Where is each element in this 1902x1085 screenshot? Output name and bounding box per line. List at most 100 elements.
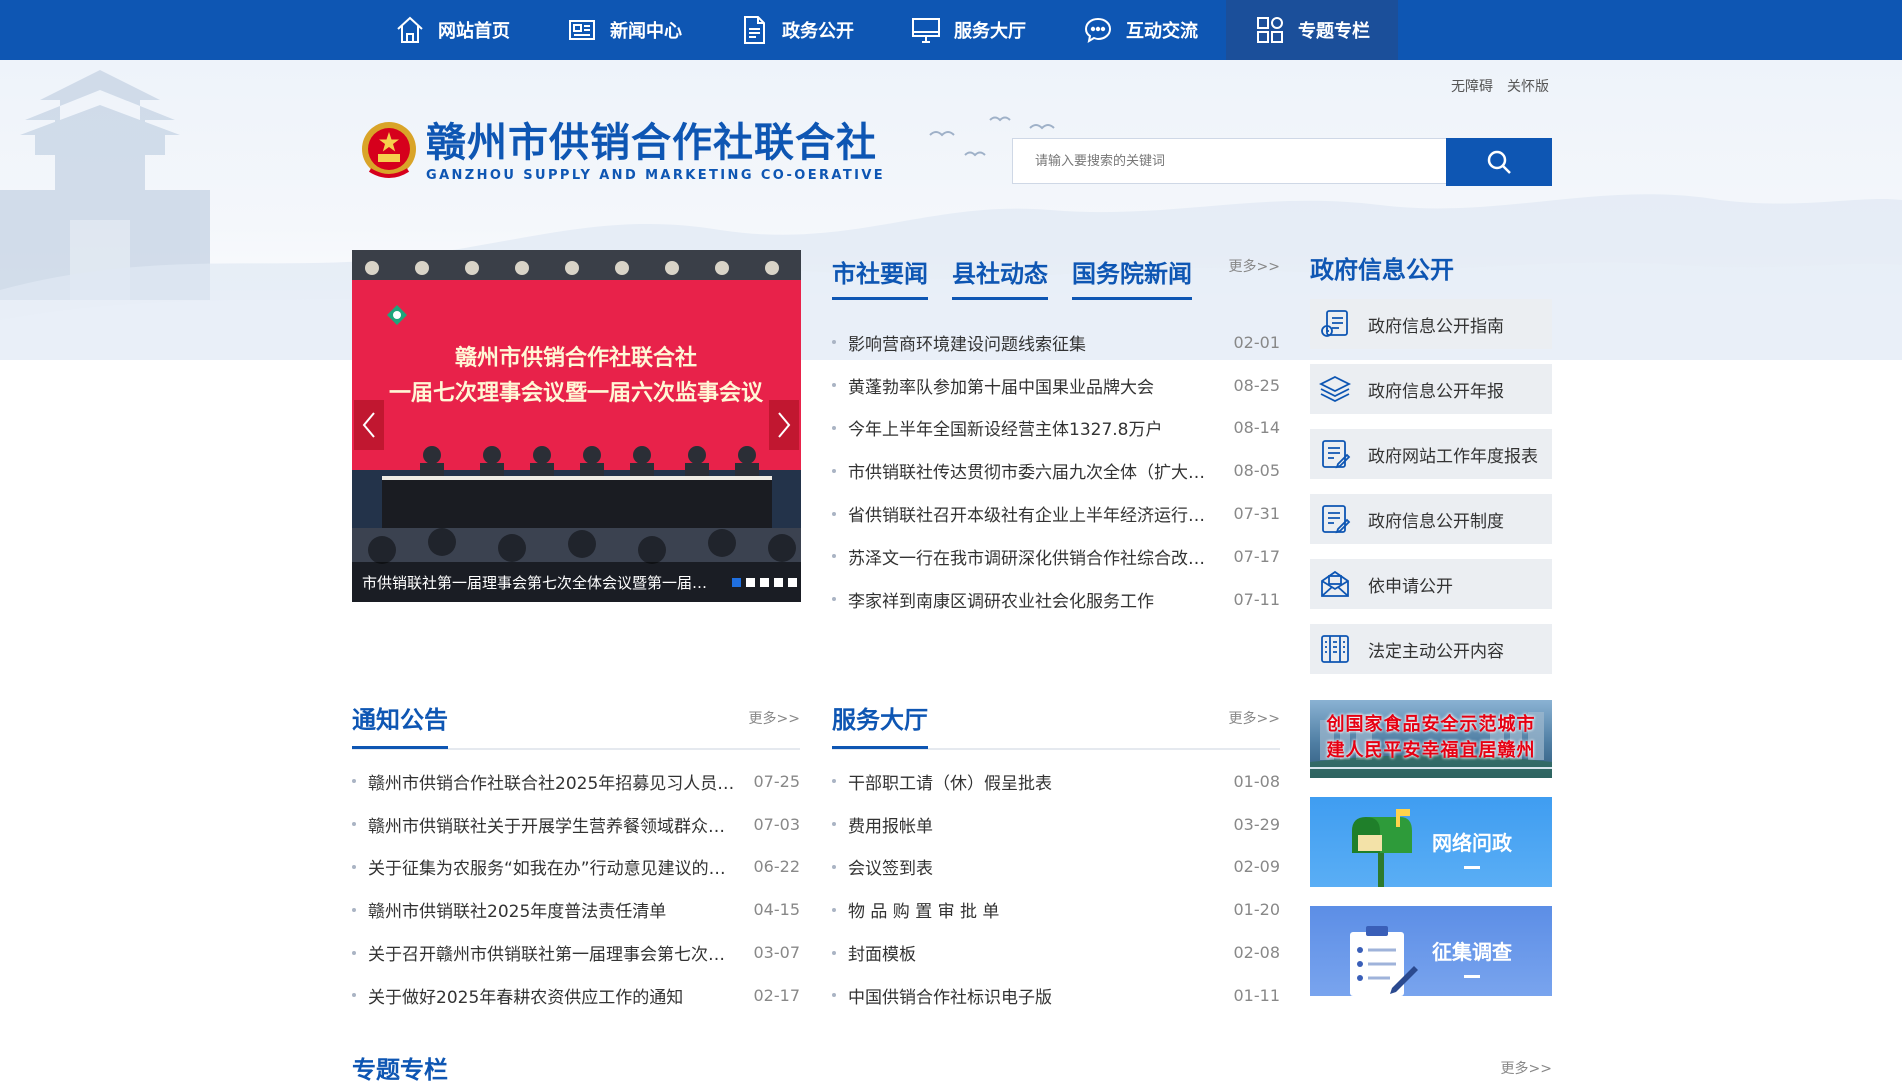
gov-info-label: 依申请公开 <box>1368 576 1453 597</box>
service-more-link[interactable]: 更多>> <box>1229 708 1280 728</box>
tab-city-news[interactable]: 市社要闻 <box>832 254 928 300</box>
item-date: 07-25 <box>753 771 801 791</box>
list-item[interactable]: 赣州市供销联社关于开展学生营养餐领域群众身边不正之风问题整治 07-03 <box>352 803 800 846</box>
gov-info-label: 政府信息公开指南 <box>1368 316 1504 337</box>
nav-gov-affairs[interactable]: 政务公开 <box>710 0 882 60</box>
item-date: 03-29 <box>1233 814 1281 834</box>
carousel-caption[interactable]: 市供销联社第一届理事会第七次全体会议暨第一届监事会第六次全体会议 <box>352 572 722 593</box>
carousel-prev-button[interactable] <box>354 400 384 450</box>
photo-carousel[interactable]: 赣州市供销合作社联合社 一届七次理事会议暨一届六次监事会议 市供销联社第一届理事… <box>352 250 801 602</box>
list-item[interactable]: 市供销联社传达贯彻市委六届九次全体（扩大）会议精神 08-05 <box>832 449 1280 492</box>
item-date: 07-31 <box>1233 504 1281 524</box>
service-list: 干部职工请（休）假呈批表 01-08 费用报帐单 03-29 会议签到表 02-09 … <box>832 760 1280 1017</box>
gov-info-item-rules[interactable]: 政府信息公开制度 <box>1310 494 1552 544</box>
chat-icon <box>1084 17 1112 44</box>
item-title: 市供销联社传达贯彻市委六届九次全体（扩大）会议精神 <box>848 463 1220 484</box>
item-date: 08-25 <box>1233 375 1281 395</box>
elderly-mode-link[interactable]: 关怀版 <box>1507 76 1549 96</box>
item-date: 03-07 <box>753 943 801 963</box>
survey-banner[interactable]: 征集调查 <box>1310 906 1552 996</box>
list-item[interactable]: 李家祥到南康区调研农业社会化服务工作 07-11 <box>832 578 1280 621</box>
food-safety-banner[interactable]: 创国家食品安全示范城市 建人民平安幸福宜居赣州 <box>1310 700 1552 778</box>
site-subtitle: GANZHOU SUPPLY AND MARKETING CO-OERATIVE <box>426 168 886 183</box>
carousel-caption-bar: 市供销联社第一届理事会第七次全体会议暨第一届监事会第六次全体会议 <box>352 562 801 602</box>
carousel-dot[interactable] <box>760 577 769 587</box>
news-more-link[interactable]: 更多>> <box>1229 256 1280 276</box>
carousel-photo: 赣州市供销合作社联合社 一届七次理事会议暨一届六次监事会议 <box>352 250 801 602</box>
list-item[interactable]: 赣州市供销合作社联合社2025年招募见习人员公告 07-25 <box>352 760 800 803</box>
item-date: 02-17 <box>753 985 801 1005</box>
search-bar <box>1012 138 1552 186</box>
national-emblem-icon <box>362 122 416 178</box>
item-title: 影响营商环境建设问题线索征集 <box>848 334 1086 355</box>
bullet-icon <box>832 425 836 430</box>
nav-service-hall[interactable]: 服务大厅 <box>882 0 1054 60</box>
gov-info-item-statutory[interactable]: 法定主动公开内容 <box>1310 624 1552 674</box>
mailbox-icon <box>1352 809 1412 887</box>
carousel-dot[interactable] <box>788 577 797 587</box>
bullet-icon <box>832 822 836 827</box>
site-logo[interactable]: 赣州市供销合作社联合社 GANZHOU SUPPLY AND MARKETING… <box>360 120 885 183</box>
item-title: 省供销联社召开本级社有企业上半年经济运行分析会 <box>848 506 1220 527</box>
list-item[interactable]: 干部职工请（休）假呈批表 01-08 <box>832 760 1280 803</box>
carousel-dot[interactable] <box>732 577 741 587</box>
gov-info-panel: 政府信息公开 政府信息公开指南 政府信息公开年报 政府网站工作年度报表 政府信息… <box>1310 250 1552 674</box>
list-item[interactable]: 苏泽文一行在我市调研深化供销合作社综合改革工作 07-17 <box>832 535 1280 578</box>
gov-info-item-annual-report[interactable]: 政府信息公开年报 <box>1310 364 1552 414</box>
item-title: 关于做好2025年春耕农资供应工作的通知 <box>368 987 684 1008</box>
bullet-icon <box>832 993 836 998</box>
gov-info-item-on-request[interactable]: 依申请公开 <box>1310 559 1552 609</box>
list-item[interactable]: 费用报帐单 03-29 <box>832 803 1280 846</box>
bullet-icon <box>832 907 836 912</box>
bullet-icon <box>832 864 836 869</box>
list-item[interactable]: 关于召开赣州市供销联社第一届理事会第七次全体会议的通知 03-07 <box>352 931 800 974</box>
service-title[interactable]: 服务大厅 <box>832 700 928 749</box>
notice-header: 通知公告 更多>> <box>352 700 800 750</box>
search-button[interactable] <box>1446 138 1552 186</box>
notice-title[interactable]: 通知公告 <box>352 700 448 749</box>
nav-label: 互动交流 <box>1126 21 1198 42</box>
carousel-dot[interactable] <box>774 577 783 587</box>
list-item[interactable]: 中国供销合作社标识电子版 01-11 <box>832 974 1280 1017</box>
gov-info-label: 政府网站工作年度报表 <box>1368 446 1538 467</box>
columns-icon <box>1321 635 1349 663</box>
list-item[interactable]: 省供销联社召开本级社有企业上半年经济运行分析会 07-31 <box>832 492 1280 535</box>
news-panel: 市社要闻 县社动态 国务院新闻 更多>> 影响营商环境建设问题线索征集 02-01… <box>832 250 1280 621</box>
list-item[interactable]: 物 品 购 置 审 批 单 01-20 <box>832 888 1280 931</box>
item-title: 赣州市供销联社关于开展学生营养餐领域群众身边不正之风问题整治 <box>368 816 740 837</box>
accessibility-link[interactable]: 无障碍 <box>1451 76 1493 96</box>
tab-state-council-news[interactable]: 国务院新闻 <box>1072 254 1192 300</box>
list-item[interactable]: 封面模板 02-08 <box>832 931 1280 974</box>
nav-home[interactable]: 网站首页 <box>366 0 538 60</box>
list-item[interactable]: 会议签到表 02-09 <box>832 846 1280 889</box>
special-more-link[interactable]: 更多>> <box>1501 1058 1552 1078</box>
gov-info-item-guide[interactable]: 政府信息公开指南 <box>1310 299 1552 349</box>
service-header: 服务大厅 更多>> <box>832 700 1280 750</box>
carousel-next-button[interactable] <box>769 400 799 450</box>
list-item[interactable]: 影响营商环境建设问题线索征集 02-01 <box>832 321 1280 364</box>
utility-links: 无障碍 关怀版 <box>1451 76 1549 96</box>
list-item[interactable]: 今年上半年全国新设经营主体1327.8万户 08-14 <box>832 407 1280 450</box>
nav-interaction[interactable]: 互动交流 <box>1054 0 1226 60</box>
search-input[interactable] <box>1012 138 1446 184</box>
gov-info-label: 法定主动公开内容 <box>1368 641 1504 662</box>
nav-special-columns[interactable]: 专题专栏 <box>1226 0 1398 60</box>
news-tabs: 市社要闻 县社动态 国务院新闻 更多>> <box>832 250 1280 301</box>
tab-county-news[interactable]: 县社动态 <box>952 254 1048 300</box>
gov-info-item-website-report[interactable]: 政府网站工作年度报表 <box>1310 429 1552 479</box>
list-item[interactable]: 关于征集为农服务“如我在办”行动意见建议的公告 06-22 <box>352 846 800 889</box>
nav-news[interactable]: 新闻中心 <box>538 0 710 60</box>
online-inquiry-banner[interactable]: 网络问政 <box>1310 797 1552 887</box>
item-date: 04-15 <box>753 900 801 920</box>
item-date: 02-09 <box>1233 857 1281 877</box>
carousel-dot[interactable] <box>746 577 755 587</box>
gov-info-title: 政府信息公开 <box>1310 256 1454 284</box>
item-title: 李家祥到南康区调研农业社会化服务工作 <box>848 591 1154 612</box>
notice-more-link[interactable]: 更多>> <box>749 708 800 728</box>
bullet-icon <box>832 554 836 559</box>
list-item[interactable]: 赣州市供销联社2025年度普法责任清单 04-15 <box>352 888 800 931</box>
list-item[interactable]: 关于做好2025年春耕农资供应工作的通知 02-17 <box>352 974 800 1017</box>
bullet-icon <box>832 779 836 784</box>
list-item[interactable]: 黄蓬勃率队参加第十届中国果业品牌大会 08-25 <box>832 364 1280 407</box>
nav-label: 新闻中心 <box>610 21 682 42</box>
